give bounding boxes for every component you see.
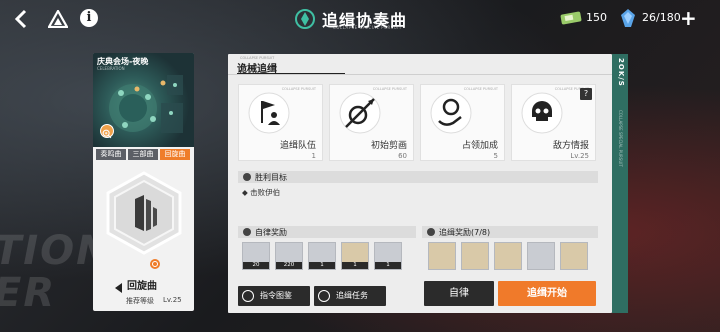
cut-icon [338, 91, 382, 135]
reward-qty: 1 [342, 262, 368, 269]
stage-card[interactable]: 庆典会场-夜晚 CELEBRATION 奏鸣曲 三部曲 回旋曲 回旋曲 推荐等级… [93, 53, 194, 311]
side-strip-label: 2OK/S [617, 58, 625, 87]
card-occupy-bonus[interactable]: COLLAPSE PURSUIT 占领加成 5 [420, 84, 505, 161]
card-label: 占领加成 [461, 141, 498, 151]
reward-item[interactable]: 1 [374, 242, 402, 270]
chest-icon [427, 228, 435, 236]
ticket-count: 150 [586, 11, 607, 24]
pursuit-missions-label: 追缉任务 [336, 291, 368, 300]
side-tab-strip: 2OK/S COLLAPSE SPECIAL PURSUIT [612, 54, 628, 313]
auto-button[interactable]: 自律 [424, 281, 494, 306]
enemy-skull-icon [520, 91, 564, 135]
card-label: 敌方情报 [552, 141, 589, 151]
energy-count: 26/180 [642, 11, 681, 24]
chip-sonata[interactable]: 奏鸣曲 [96, 149, 126, 160]
card-pursuit-team[interactable]: COLLAPSE PURSUIT 追缉队伍 1 [238, 84, 323, 161]
home-triangle-icon[interactable] [47, 8, 69, 29]
victory-section-header: 胜利目标 [238, 171, 598, 183]
start-pursuit-button[interactable]: 追缉开始 [498, 281, 596, 306]
zoom-in-icon[interactable] [100, 124, 114, 139]
missions-icon [318, 290, 330, 302]
mode-hexagon-emblem [105, 171, 183, 255]
difficulty-chips: 奏鸣曲 三部曲 回旋曲 [96, 149, 190, 160]
reward-item[interactable]: 20 [242, 242, 270, 270]
target-icon [243, 173, 251, 181]
card-label: 追缉队伍 [279, 141, 316, 151]
victory-objective: ◆ 击败伊伯 [242, 188, 281, 197]
ticket-icon [560, 10, 582, 26]
previous-mode-arrow-icon[interactable] [115, 278, 122, 293]
page-subtitle: COLLAPSE SPECIAL PURSUIT [333, 25, 402, 30]
help-icon[interactable]: ? [580, 88, 592, 100]
command-gallery-button[interactable]: 指令图鉴 [238, 286, 310, 306]
pursuit-reward-header: 追缉奖励(7/8) [422, 226, 598, 238]
reward-qty: 220 [276, 262, 302, 269]
reward-item[interactable]: 220 [275, 242, 303, 270]
info-cards: COLLAPSE PURSUIT 追缉队伍 1 COLLAPSE PURSUIT… [238, 84, 596, 161]
command-gallery-label: 指令图鉴 [260, 291, 292, 300]
reward-item[interactable] [461, 242, 489, 270]
energy-crystal-icon [620, 8, 636, 28]
card-value: 60 [398, 152, 407, 160]
chip-trilogy[interactable]: 三部曲 [128, 149, 158, 160]
background-text-2: ER [0, 270, 57, 316]
pursuit-panel: COLLAPSE PURSUIT 诡械追缉 COLLAPSE PURSUIT 追… [228, 54, 612, 313]
top-bar: i 追缉协奏曲 COLLAPSE SPECIAL PURSUIT 150 26/… [0, 0, 720, 38]
stage-name-sub: CELEBRATION [97, 66, 125, 71]
add-energy-button[interactable]: + [680, 6, 697, 30]
recommend-level-value: Lv.25 [163, 296, 182, 304]
gallery-icon [242, 290, 254, 302]
card-initial-cut[interactable]: COLLAPSE PURSUIT 初始剪画 60 [329, 84, 414, 161]
reward-item[interactable]: 1 [308, 242, 336, 270]
pursuit-logo-icon [294, 8, 316, 30]
team-icon [247, 91, 291, 135]
selected-indicator [150, 259, 160, 269]
reward-qty: 1 [309, 262, 335, 269]
stage-map-thumbnail[interactable]: 庆典会场-夜晚 CELEBRATION [93, 53, 194, 147]
panel-divider [228, 74, 612, 75]
pursuit-reward-title: 追缉奖励(7/8) [439, 228, 491, 237]
pursuit-missions-button[interactable]: 追缉任务 [314, 286, 386, 306]
card-label: 初始剪画 [370, 141, 407, 151]
reward-icon [243, 228, 251, 236]
side-strip-sub: COLLAPSE SPECIAL PURSUIT [618, 110, 623, 167]
card-value: 5 [493, 152, 498, 160]
mode-label: 回旋曲 [127, 281, 157, 292]
info-icon[interactable]: i [80, 9, 98, 27]
chip-rondo[interactable]: 回旋曲 [160, 149, 190, 160]
pursuit-reward-list [428, 242, 588, 270]
reward-item[interactable]: 1 [341, 242, 369, 270]
card-value: Lv.25 [570, 152, 589, 160]
recommend-level-label: 推荐等级 [126, 297, 154, 305]
reward-qty: 1 [375, 262, 401, 269]
victory-title: 胜利目标 [255, 173, 287, 182]
auto-reward-header: 自律奖励 [238, 226, 416, 238]
reward-item[interactable] [428, 242, 456, 270]
reward-item[interactable] [494, 242, 522, 270]
auto-reward-list: 20 220 1 1 1 [242, 242, 402, 270]
reward-item[interactable] [560, 242, 588, 270]
reward-qty: 20 [243, 262, 269, 269]
card-value: 1 [311, 152, 316, 160]
bonus-icon [429, 91, 473, 135]
back-arrow-icon[interactable] [10, 8, 34, 30]
card-enemy-intel[interactable]: COLLAPSE PURSUIT ? 敌方情报 Lv.25 [511, 84, 596, 161]
auto-reward-title: 自律奖励 [255, 228, 287, 237]
reward-item[interactable] [527, 242, 555, 270]
